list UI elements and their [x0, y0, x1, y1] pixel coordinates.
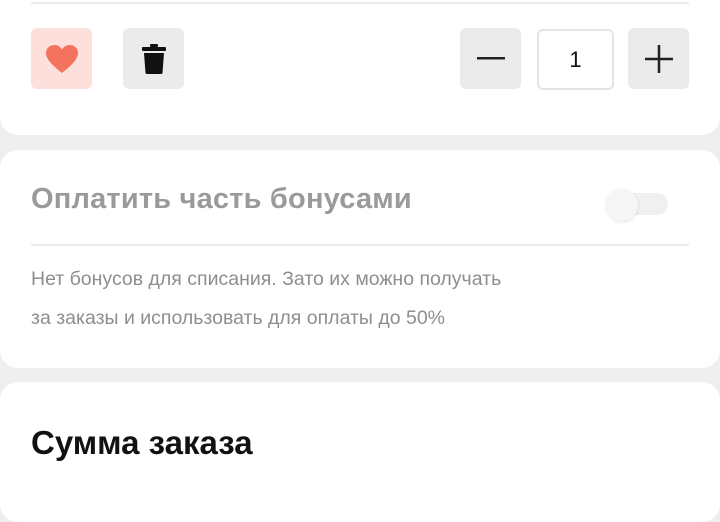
decrease-quantity-button[interactable] [460, 28, 521, 89]
heart-icon [45, 44, 78, 73]
bonus-note-line-2: за заказы и использовать для оплаты до 5… [31, 307, 446, 329]
quantity-value: 1 [569, 46, 582, 72]
order-summary-title: Сумма заказа [31, 424, 253, 461]
divider [31, 2, 689, 4]
divider [31, 244, 689, 246]
bonus-card: Оплатить часть бонусами Нет бонусов для … [0, 150, 720, 368]
minus-icon [476, 56, 505, 59]
quantity-field[interactable]: 1 [537, 29, 614, 90]
bonus-title: Оплатить часть бонусами [31, 183, 412, 215]
delete-button[interactable] [123, 28, 184, 89]
bonus-toggle[interactable] [606, 189, 668, 221]
favorite-button[interactable] [31, 28, 92, 89]
order-summary-card: Сумма заказа [0, 382, 720, 522]
increase-quantity-button[interactable] [628, 28, 689, 89]
plus-icon [644, 44, 673, 73]
bonus-note-line-1: Нет бонусов для списания. Зато их можно … [31, 268, 502, 290]
trash-icon [141, 43, 166, 74]
toggle-knob [606, 189, 638, 221]
cart-item-card: 1 [0, 0, 720, 135]
